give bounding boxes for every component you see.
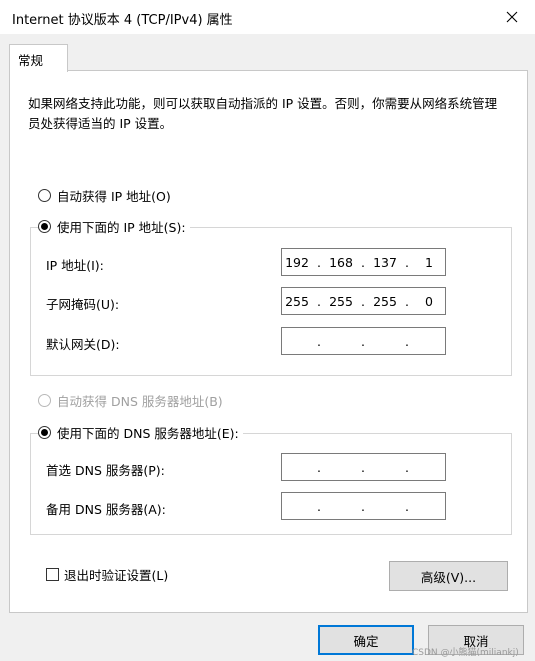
window-title: Internet 协议版本 4 (TCP/IPv4) 属性 bbox=[12, 13, 233, 28]
preferred-dns-label: 首选 DNS 服务器(P): bbox=[46, 463, 165, 478]
tab-general[interactable]: 常规 bbox=[9, 44, 68, 72]
octet: 255 bbox=[329, 293, 353, 309]
auto-ip-radio[interactable]: 自动获得 IP 地址(O) bbox=[38, 186, 171, 205]
close-button[interactable] bbox=[489, 0, 535, 34]
ip-address-label: IP 地址(I): bbox=[46, 258, 104, 273]
manual-ip-label: 使用下面的 IP 地址(S): bbox=[57, 220, 186, 235]
subnet-mask-field[interactable]: 255. 255. 255. 0 bbox=[281, 287, 446, 315]
octet: 1 bbox=[425, 254, 433, 270]
default-gateway-label: 默认网关(D): bbox=[46, 337, 120, 352]
advanced-button[interactable]: 高级(V)... bbox=[389, 561, 508, 591]
octet: 192 bbox=[285, 254, 309, 270]
tab-general-label: 常规 bbox=[18, 53, 44, 68]
description-text: 如果网络支持此功能，则可以获取自动指派的 IP 设置。否则，你需要从网络系统管理… bbox=[28, 96, 498, 131]
octet: 255 bbox=[373, 293, 397, 309]
default-gateway-field[interactable]: . . . bbox=[281, 327, 446, 355]
radio-dot bbox=[41, 429, 48, 436]
preferred-dns-field[interactable]: . . . bbox=[281, 453, 446, 481]
validate-on-exit-label: 退出时验证设置(L) bbox=[64, 568, 169, 583]
subnet-mask-label: 子网掩码(U): bbox=[46, 297, 120, 312]
octet: 0 bbox=[425, 293, 433, 309]
radio-circle bbox=[38, 394, 51, 407]
watermark: CSDN @小熊猫(miliankj) bbox=[412, 648, 519, 658]
octet: 168 bbox=[329, 254, 353, 270]
validate-on-exit-checkbox[interactable]: 退出时验证设置(L) bbox=[46, 565, 168, 584]
octet: 137 bbox=[373, 254, 397, 270]
radio-circle bbox=[38, 189, 51, 202]
ip-address-field[interactable]: 192. 168. 137. 1 bbox=[281, 248, 446, 276]
auto-dns-label: 自动获得 DNS 服务器地址(B) bbox=[57, 394, 223, 409]
checkbox-box bbox=[46, 568, 59, 581]
ok-button[interactable]: 确定 bbox=[318, 625, 414, 655]
auto-dns-radio[interactable]: 自动获得 DNS 服务器地址(B) bbox=[38, 391, 223, 410]
close-icon bbox=[506, 11, 518, 23]
alternate-dns-label: 备用 DNS 服务器(A): bbox=[46, 502, 166, 517]
title-bar: Internet 协议版本 4 (TCP/IPv4) 属性 bbox=[0, 0, 535, 34]
manual-ip-radio[interactable]: 使用下面的 IP 地址(S): bbox=[38, 217, 190, 236]
radio-circle bbox=[38, 426, 51, 439]
radio-circle bbox=[38, 220, 51, 233]
radio-dot bbox=[41, 223, 48, 230]
octet: 255 bbox=[285, 293, 309, 309]
manual-dns-label: 使用下面的 DNS 服务器地址(E): bbox=[57, 426, 239, 441]
manual-dns-radio[interactable]: 使用下面的 DNS 服务器地址(E): bbox=[38, 423, 243, 442]
alternate-dns-field[interactable]: . . . bbox=[281, 492, 446, 520]
auto-ip-label: 自动获得 IP 地址(O) bbox=[57, 189, 171, 204]
